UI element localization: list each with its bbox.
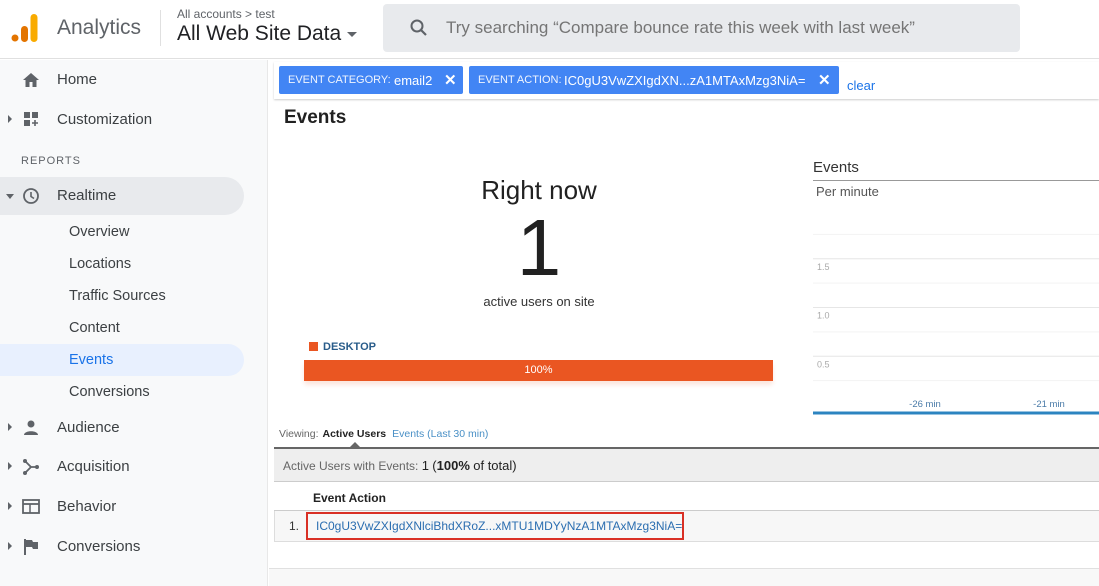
breadcrumb[interactable]: All accounts > test xyxy=(177,7,275,21)
expand-arrow-icon xyxy=(8,115,12,123)
chart-y-tick-label: 1.0 xyxy=(817,311,830,321)
sidebar-item-label: Conversions xyxy=(57,538,141,555)
device-share-bar[interactable]: 100% xyxy=(304,360,773,381)
filter-key: EVENT ACTION: xyxy=(478,74,562,86)
sidebar-item-label: Acquisition xyxy=(57,458,130,475)
expand-arrow-icon xyxy=(8,462,12,470)
brand-name: Analytics xyxy=(57,16,142,39)
filter-key: EVENT CATEGORY: xyxy=(288,74,391,86)
search-placeholder: Try searching “Compare bounce rate this … xyxy=(446,18,915,37)
sidebar-subitem-content[interactable]: Content xyxy=(0,312,244,344)
summary-percent: 100% xyxy=(436,458,470,473)
sidebar-subitem-label: Conversions xyxy=(69,384,150,400)
filter-chip-event-action[interactable]: EVENT ACTION: IC0gU3VwZXIgdXN...zA1MTAxM… xyxy=(469,66,839,94)
property-name: All Web Site Data xyxy=(177,22,342,45)
sidebar-subitem-label: Content xyxy=(69,320,120,336)
footer-divider xyxy=(269,568,1099,586)
row-index: 1. xyxy=(289,519,300,533)
clear-filters-link[interactable]: clear xyxy=(847,78,875,93)
app-header: Analytics All accounts > test All Web Si… xyxy=(0,0,1099,59)
filter-value: email2 xyxy=(394,73,433,88)
clock-icon xyxy=(23,188,39,204)
property-selector[interactable]: All Web Site Data xyxy=(177,22,358,46)
filter-value: IC0gU3VwZXIgdXN...zA1MTAxMzg3NiA= xyxy=(564,73,806,88)
table-summary: Active Users with Events: 1 (100% of tot… xyxy=(274,449,1099,482)
collapse-arrow-icon xyxy=(6,194,14,199)
sidebar-item-customization[interactable]: Customization xyxy=(0,101,244,139)
flag-icon xyxy=(24,539,38,555)
filter-chip-event-category[interactable]: EVENT CATEGORY: email2 ✕ xyxy=(279,66,463,94)
reports-section-label: REPORTS xyxy=(21,155,81,167)
chart-y-tick-label: 1.5 xyxy=(817,262,830,272)
summary-count: 1 xyxy=(421,458,429,473)
sidebar-item-label: Audience xyxy=(57,419,120,436)
active-users-count: 1 xyxy=(516,203,562,292)
sidebar-item-audience[interactable]: Audience xyxy=(0,409,244,447)
sidebar-item-acquisition[interactable]: Acquisition xyxy=(0,448,244,486)
sidebar-subitem-label: Events xyxy=(69,352,114,368)
search-icon xyxy=(410,19,427,36)
desktop-legend-label: DESKTOP xyxy=(323,341,376,353)
filter-bar: EVENT CATEGORY: email2 ✕ EVENT ACTION: I… xyxy=(274,62,1099,99)
sidebar-subitem-conversions[interactable]: Conversions xyxy=(0,376,244,408)
expand-arrow-icon xyxy=(8,502,12,510)
sidebar-item-home[interactable]: Home xyxy=(0,61,244,99)
viewing-toggle: Viewing: Active Users Events (Last 30 min) xyxy=(279,428,488,440)
device-share-percent: 100% xyxy=(524,364,553,376)
chart-x-tick-label: -26 min xyxy=(909,399,941,410)
chart-x-tick-label: -21 min xyxy=(1033,399,1065,410)
chart-subtitle: Per minute xyxy=(816,184,879,199)
summary-label: Active Users with Events: xyxy=(283,459,419,473)
table-row: 1. IC0gU3VwZXIgdXNlciBhdXRoZ...xMTU1MDYy… xyxy=(274,511,1099,542)
page-title: Events xyxy=(284,107,347,128)
sidebar-subitem-events[interactable]: Events xyxy=(0,344,244,376)
chart-title-divider xyxy=(813,180,1099,181)
behavior-icon xyxy=(22,499,40,514)
viewing-label: Viewing: xyxy=(279,428,319,440)
sidebar-subitem-label: Traffic Sources xyxy=(69,288,166,304)
home-icon xyxy=(23,73,39,87)
sidebar-item-label: Realtime xyxy=(57,187,117,204)
chart-y-tick-label: 0.5 xyxy=(817,359,830,369)
divider xyxy=(160,10,161,46)
close-icon[interactable]: ✕ xyxy=(818,71,831,89)
expand-arrow-icon xyxy=(8,423,12,431)
active-users-label: active users on site xyxy=(483,294,595,309)
main-content: EVENT CATEGORY: email2 ✕ EVENT ACTION: I… xyxy=(269,60,1099,586)
dashboard-icon xyxy=(24,112,38,126)
desktop-legend-swatch xyxy=(309,342,318,351)
sidebar-subitem-label: Overview xyxy=(69,224,130,240)
analytics-logo-icon[interactable] xyxy=(11,13,39,43)
sidebar: Home Customization REPORTS Realtime Over… xyxy=(0,60,268,586)
sidebar-item-conversions[interactable]: Conversions xyxy=(0,528,244,566)
events-per-minute-chart[interactable]: 1.5 1.0 0.5 -26 min -21 min xyxy=(813,200,1099,420)
sidebar-subitem-traffic-sources[interactable]: Traffic Sources xyxy=(0,280,244,312)
chart-title: Events xyxy=(813,159,859,176)
sidebar-item-behavior[interactable]: Behavior xyxy=(0,488,244,526)
summary-suffix: of total) xyxy=(473,458,517,473)
sidebar-subitem-label: Locations xyxy=(69,256,132,272)
tab-events-last-30-min[interactable]: Events (Last 30 min) xyxy=(392,428,488,440)
sidebar-subitem-locations[interactable]: Locations xyxy=(0,248,244,280)
sidebar-item-label: Behavior xyxy=(57,498,117,515)
search-bar[interactable]: Try searching “Compare bounce rate this … xyxy=(383,4,1020,52)
tab-active-users[interactable]: Active Users xyxy=(323,428,387,440)
acquisition-icon xyxy=(23,459,39,475)
events-table: Active Users with Events: 1 (100% of tot… xyxy=(274,447,1099,542)
sidebar-subitem-overview[interactable]: Overview xyxy=(0,216,244,248)
sidebar-item-label: Customization xyxy=(57,111,153,128)
sidebar-item-realtime[interactable]: Realtime xyxy=(0,177,244,215)
sidebar-item-label: Home xyxy=(57,71,98,88)
expand-arrow-icon xyxy=(8,542,12,550)
close-icon[interactable]: ✕ xyxy=(444,71,457,89)
person-icon xyxy=(24,420,38,435)
event-action-link[interactable]: IC0gU3VwZXIgdXNlciBhdXRoZ...xMTU1MDYyNzA… xyxy=(306,512,685,540)
column-header-event-action[interactable]: Event Action xyxy=(274,482,1099,511)
caret-down-icon xyxy=(347,31,358,37)
